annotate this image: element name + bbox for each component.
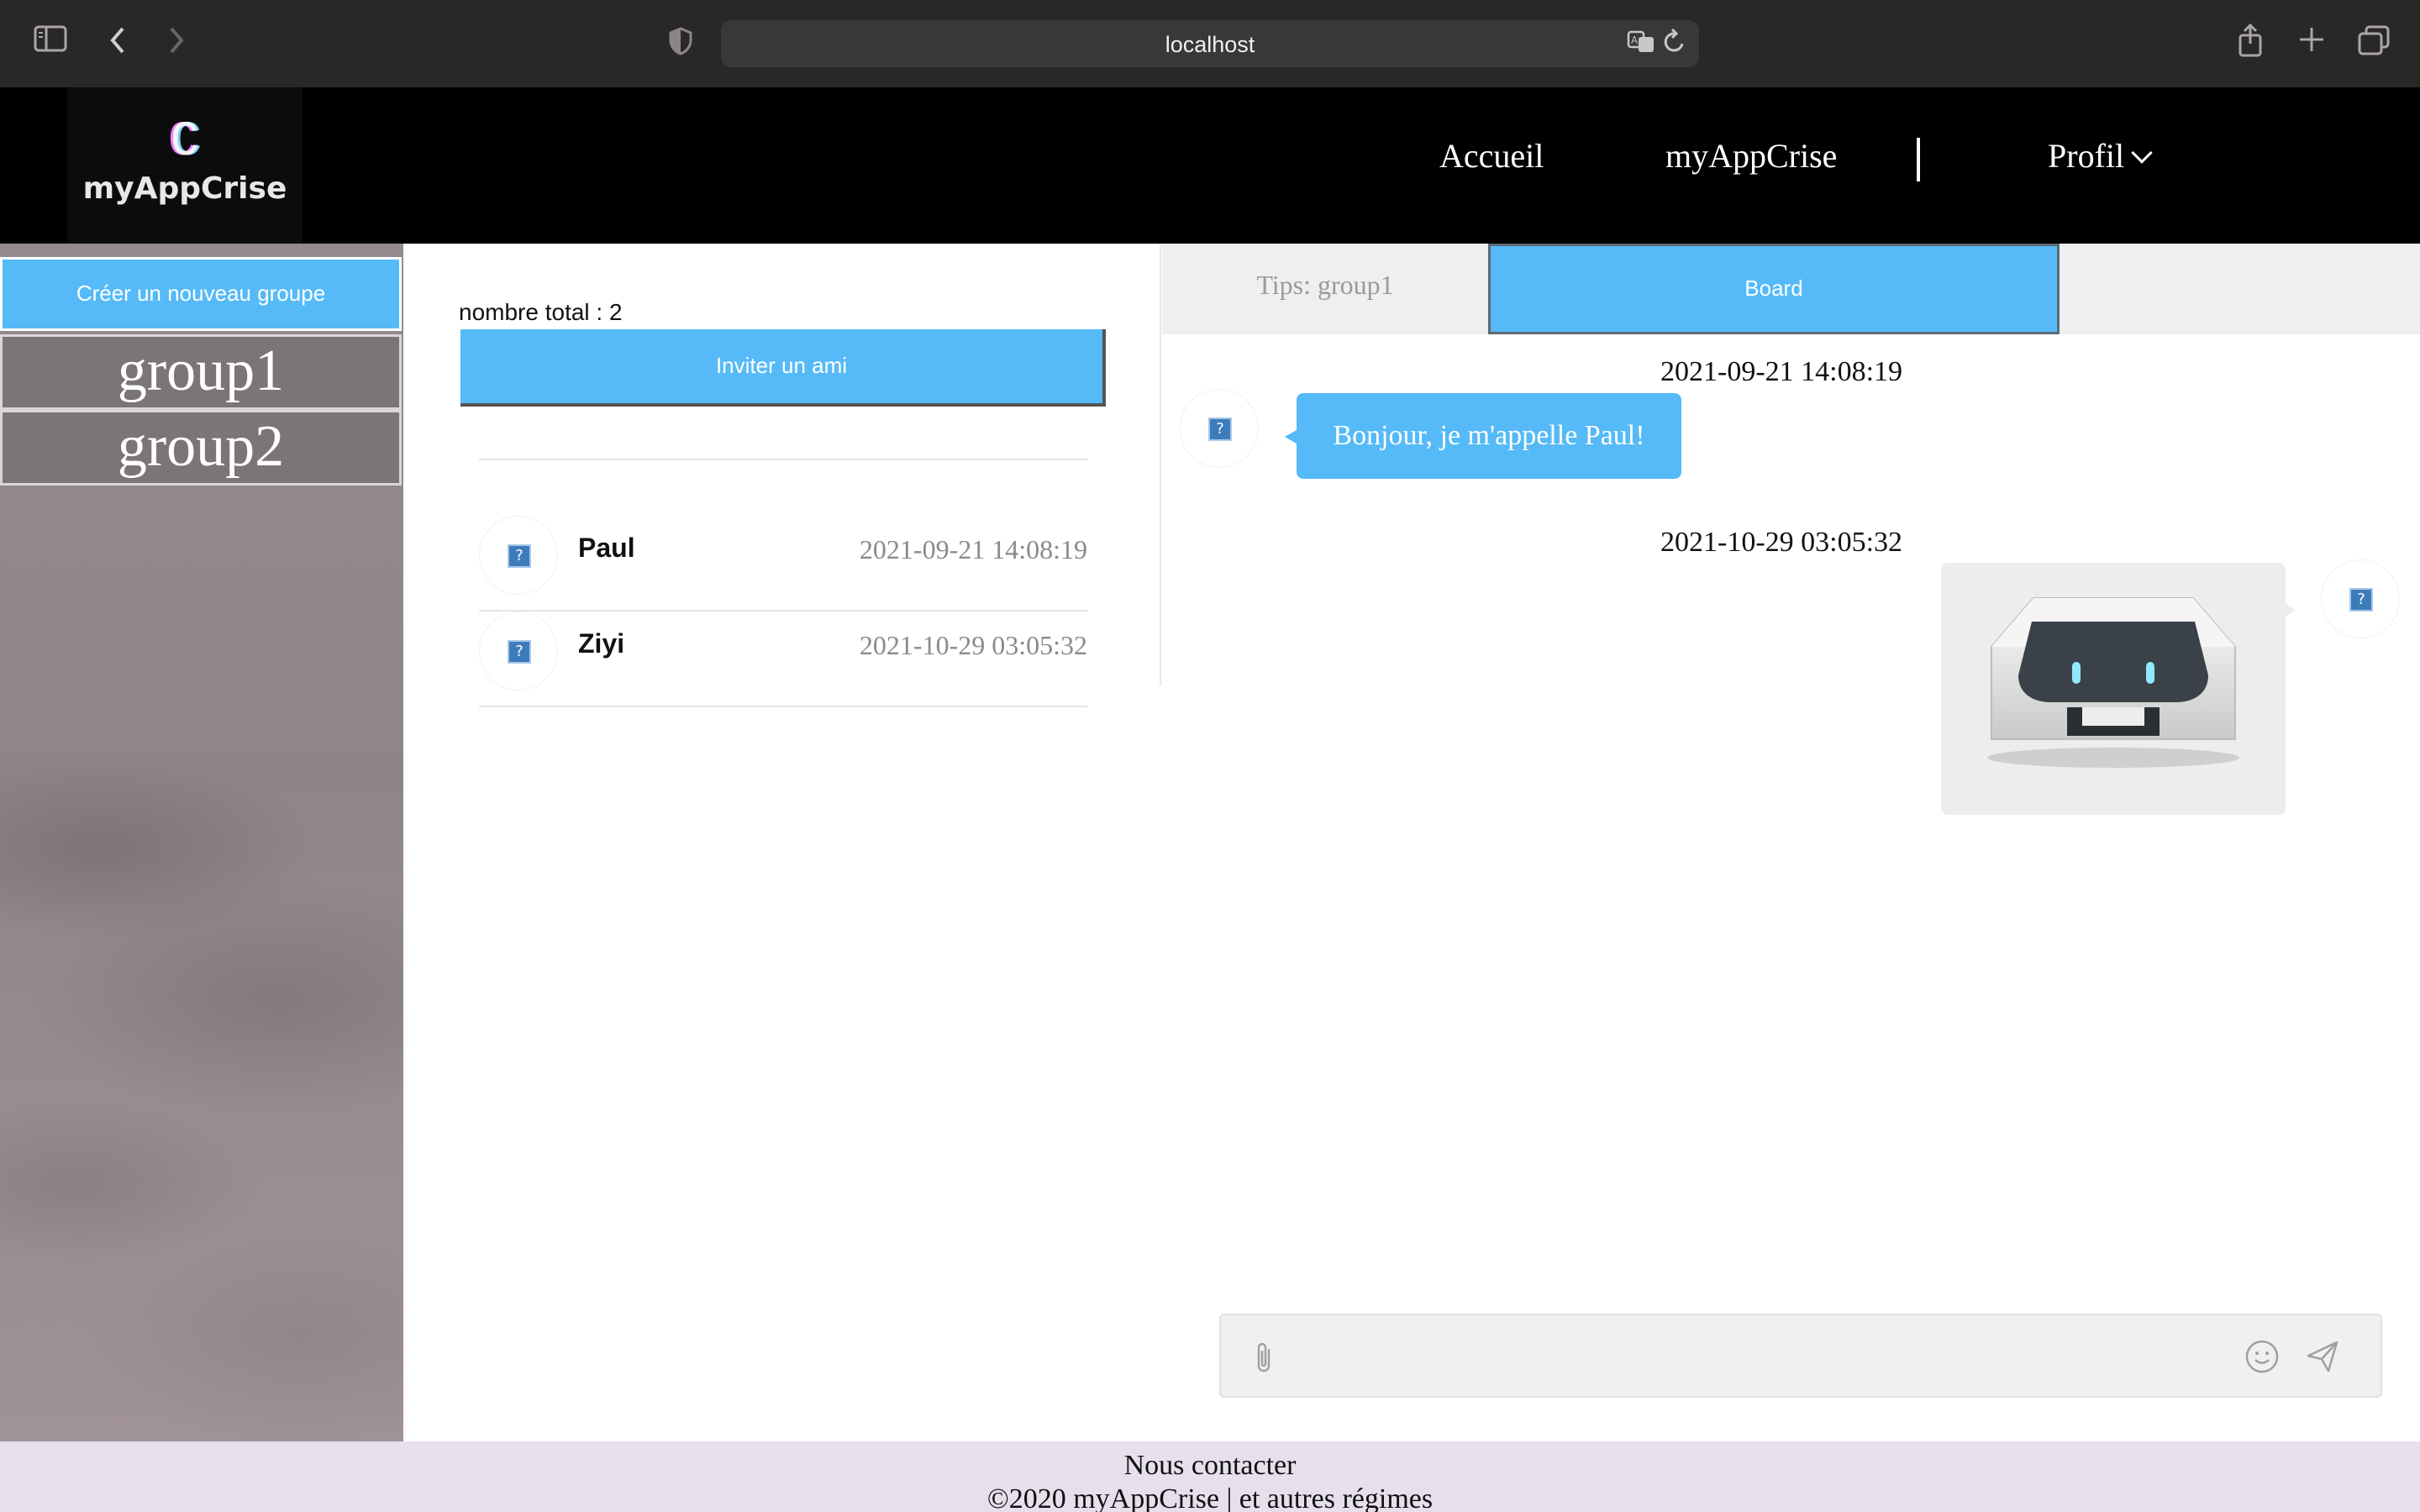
invite-friend-button[interactable]: Inviter un ami — [460, 329, 1106, 407]
chat-tabs: Tips: group1 Board — [1162, 244, 2420, 334]
nav-home-link[interactable]: Accueil — [1439, 136, 1544, 176]
emoji-icon[interactable] — [2244, 1339, 2280, 1378]
image-message[interactable] — [1941, 563, 2296, 815]
avatar: ? — [479, 516, 558, 595]
chevron-down-icon — [2131, 142, 2153, 164]
svg-text:A: A — [1631, 34, 1639, 46]
tabs-overview-icon[interactable] — [2358, 25, 2390, 62]
create-group-button[interactable]: Créer un nouveau groupe — [0, 257, 402, 331]
member-time: 2021-10-29 03:05:32 — [859, 630, 1087, 660]
back-icon[interactable] — [108, 25, 128, 62]
member-row[interactable]: ? Ziyi 2021-10-29 03:05:32 — [479, 612, 1087, 707]
reload-icon[interactable] — [1662, 27, 1687, 62]
groups-sidebar: Créer un nouveau groupe group1 group2 — [0, 244, 403, 1441]
new-tab-icon[interactable] — [2297, 25, 2326, 60]
paperclip-icon[interactable] — [1255, 1341, 1275, 1378]
group-item-group2[interactable]: group2 — [0, 410, 402, 486]
logo[interactable]: C myAppCrise — [67, 87, 302, 244]
send-icon[interactable] — [2305, 1339, 2340, 1378]
nav-divider — [1917, 138, 1920, 181]
robot-box-image — [1987, 597, 2239, 768]
translate-icon[interactable]: A — [1627, 29, 1657, 62]
member-name: Paul — [578, 533, 635, 563]
message-timestamp: 2021-09-21 14:08:19 — [1660, 356, 1903, 387]
member-time: 2021-09-21 14:08:19 — [859, 534, 1087, 564]
share-icon[interactable] — [2237, 23, 2264, 64]
member-row[interactable]: ? Paul 2021-09-21 14:08:19 — [479, 516, 1087, 612]
broken-image-icon: ? — [508, 544, 531, 568]
forward-icon[interactable] — [166, 25, 187, 62]
nav-profile-menu[interactable]: Profil — [2048, 136, 2153, 176]
member-count: nombre total : 2 — [459, 299, 623, 325]
site-header: C myAppCrise Accueil myAppCrise Profil — [0, 87, 2420, 244]
member-name: Ziyi — [578, 628, 625, 659]
broken-image-icon: ? — [1208, 417, 1232, 441]
avatar: ? — [479, 612, 558, 690]
message-bubble: Bonjour, je m'appelle Paul! — [1285, 393, 1681, 479]
avatar: ? — [1180, 389, 1259, 468]
browser-toolbar: localhost A — [0, 0, 2420, 87]
logo-mark: C — [170, 115, 200, 170]
site-footer: Nous contacter ©2020 myAppCrise | et aut… — [0, 1441, 2420, 1512]
logo-name: myAppCrise — [82, 171, 287, 206]
nav-app-link[interactable]: myAppCrise — [1665, 136, 1837, 176]
broken-image-icon: ? — [2349, 588, 2373, 612]
shield-icon[interactable] — [669, 27, 692, 62]
nav-profile-label: Profil — [2048, 137, 2125, 175]
message-input[interactable] — [1297, 1332, 2238, 1381]
avatar: ? — [2321, 559, 2400, 638]
group-item-group1[interactable]: group1 — [0, 334, 402, 410]
copyright-text: ©2020 myAppCrise | et autres régimes — [986, 1483, 1434, 1512]
address-url: localhost — [1165, 32, 1255, 57]
sidebar-toggle-icon[interactable] — [34, 25, 67, 59]
message-composer — [1219, 1314, 2382, 1398]
divider — [479, 459, 1087, 460]
members-panel: nombre total : 2 Inviter un ami ? Paul 2… — [403, 244, 1161, 707]
tab-board[interactable]: Board — [1488, 244, 2060, 334]
tab-tips[interactable]: Tips: group1 — [1162, 244, 1488, 334]
broken-image-icon: ? — [508, 640, 531, 664]
message-timestamp: 2021-10-29 03:05:32 — [1660, 527, 1903, 558]
address-bar[interactable]: localhost A — [721, 20, 1699, 67]
contact-link[interactable]: Nous contacter — [0, 1450, 2420, 1482]
